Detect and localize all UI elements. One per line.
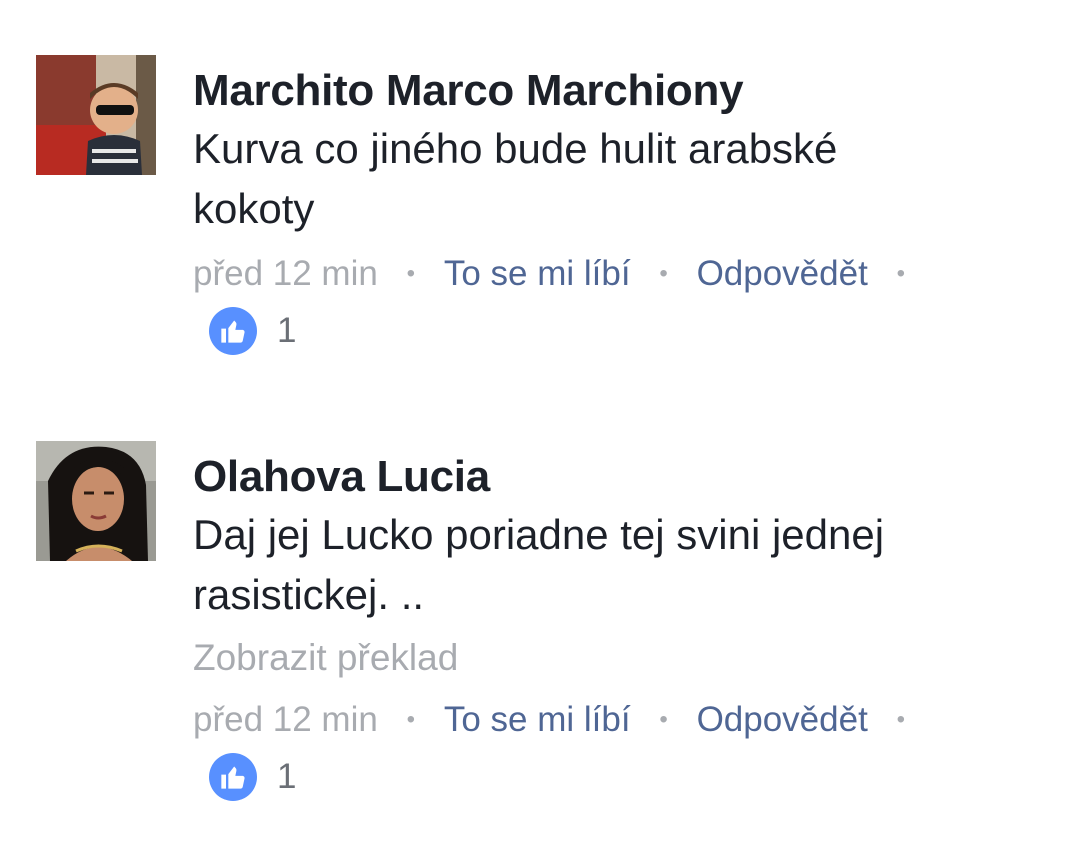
like-button[interactable]: To se mi líbí (444, 700, 631, 739)
comment-actions: před 12 min • To se mi líbí • Odpovědět • (193, 249, 1033, 299)
avatar[interactable] (36, 55, 156, 175)
separator-dot: • (896, 706, 906, 733)
separator-dot: • (659, 260, 668, 287)
thumbs-up-icon (209, 307, 257, 355)
comment-body: Marchito Marco Marchiony Kurva co jiného… (193, 55, 1033, 356)
comment-author[interactable]: Marchito Marco Marchiony (193, 63, 1033, 119)
like-summary[interactable]: 1 (209, 306, 1033, 356)
comment-time[interactable]: před 12 min (193, 700, 378, 739)
separator-dot: • (406, 260, 416, 287)
reply-button[interactable]: Odpovědět (697, 254, 868, 293)
comment-actions: před 12 min • To se mi líbí • Odpovědět • (193, 695, 1033, 745)
comment-body: Olahova Lucia Daj jej Lucko poriadne tej… (193, 441, 1033, 802)
avatar[interactable] (36, 441, 156, 561)
comment-time[interactable]: před 12 min (193, 254, 378, 293)
reply-button[interactable]: Odpovědět (697, 700, 868, 739)
like-button[interactable]: To se mi líbí (444, 254, 631, 293)
like-summary[interactable]: 1 (209, 752, 1033, 802)
comment-text: Daj jej Lucko poriadne tej svini jednej … (193, 511, 885, 618)
separator-dot: • (896, 260, 906, 287)
avatar-boy-sunglasses-icon (36, 55, 156, 175)
like-count: 1 (277, 311, 297, 350)
like-count: 1 (277, 757, 297, 796)
separator-dot: • (659, 706, 668, 733)
comment-text: Kurva co jiného bude hulit arabské kokot… (193, 125, 838, 232)
see-translation-link[interactable]: Zobrazit překlad (193, 631, 1033, 685)
separator-dot: • (406, 706, 416, 733)
comment-author[interactable]: Olahova Lucia (193, 449, 1033, 505)
thumbs-up-icon (209, 753, 257, 801)
avatar-woman-icon (36, 441, 156, 561)
